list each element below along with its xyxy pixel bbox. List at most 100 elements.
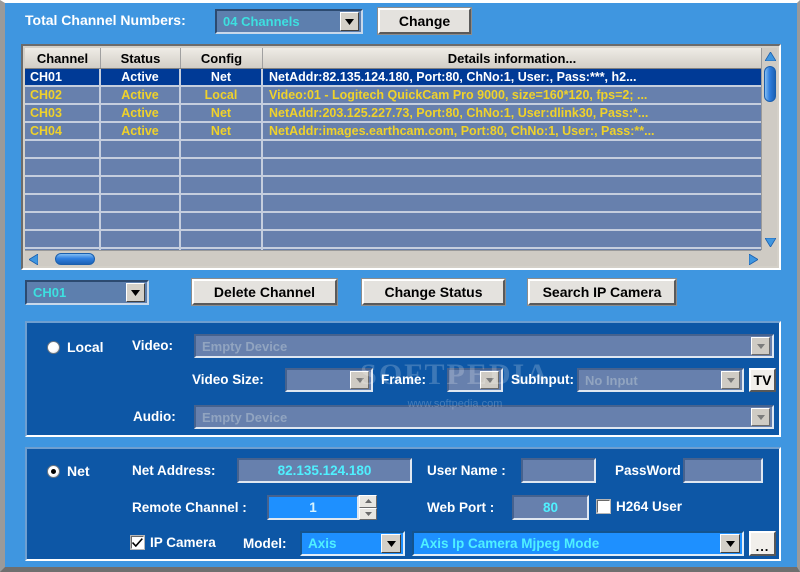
column-header-status[interactable]: Status [101,48,181,68]
checkbox-icon[interactable] [596,499,611,514]
stepper-up-icon[interactable] [359,495,377,508]
total-channels-dropdown[interactable]: 04 Channels [215,9,363,34]
cell-empty [181,213,263,229]
browse-button[interactable]: ... [749,531,776,556]
column-header-config[interactable]: Config [181,48,263,68]
net-address-label: Net Address: [132,463,216,478]
cell-empty [181,195,263,211]
video-device-value: Empty Device [202,338,288,354]
chevron-down-icon[interactable] [126,283,145,302]
top-bar: Total Channel Numbers: 04 Channels Chang… [5,3,797,39]
chevron-down-icon[interactable] [350,371,369,389]
table-row-empty[interactable] [25,195,761,213]
chevron-down-icon[interactable] [480,371,499,389]
table-row[interactable]: CH01 Active Net NetAddr:82.135.124.180, … [25,69,761,87]
local-radio[interactable]: Local [47,339,104,355]
net-radio[interactable]: Net [47,463,90,479]
scroll-right-icon[interactable] [746,252,760,266]
table-row[interactable]: CH04 Active Net NetAddr:images.earthcam.… [25,123,761,141]
cell-empty [263,213,761,229]
cell-channel: CH01 [25,69,101,85]
video-size-dropdown[interactable] [285,368,373,392]
chevron-down-icon[interactable] [751,337,770,355]
password-input[interactable] [683,458,763,483]
subinput-dropdown[interactable]: No Input [577,368,744,392]
stepper-down-icon[interactable] [359,507,377,520]
net-address-input[interactable]: 82.135.124.180 [237,458,412,483]
chevron-down-icon[interactable] [751,408,770,426]
cell-details: Video:01 - Logitech QuickCam Pro 9000, s… [269,88,648,102]
cell-channel: CH02 [25,87,101,103]
h264-user-label: H264 User [616,499,683,514]
chevron-down-icon[interactable] [340,12,359,31]
cell-empty [181,159,263,175]
radio-circle-icon[interactable] [47,340,60,354]
cell-empty [263,159,761,175]
audio-device-value: Empty Device [202,409,288,425]
cell-status: Active [101,87,181,103]
net-radio-label: Net [67,463,90,479]
chevron-down-icon[interactable] [721,371,740,389]
application-window: Total Channel Numbers: 04 Channels Chang… [0,0,800,572]
table-row-empty[interactable] [25,231,761,249]
h264-user-checkbox[interactable]: H264 User [596,499,683,514]
checkbox-checked-icon[interactable] [130,535,145,550]
cell-empty [101,195,181,211]
scroll-left-icon[interactable] [26,252,40,266]
model-mode-dropdown[interactable]: Axis Ip Camera Mjpeg Mode [412,531,744,556]
cell-details: NetAddr:203.125.227.73, Port:80, ChNo:1,… [269,106,649,120]
web-port-input[interactable]: 80 [512,495,589,520]
cell-empty [263,195,761,211]
cell-empty [263,231,761,247]
video-device-dropdown[interactable]: Empty Device [194,334,774,358]
local-source-group: Local Video: Empty Device Video Size: Fr… [25,321,781,437]
chevron-down-icon[interactable] [381,534,401,553]
delete-channel-button[interactable]: Delete Channel [191,278,338,306]
change-button[interactable]: Change [377,7,472,35]
local-radio-label: Local [67,339,104,355]
table-row[interactable]: CH02 Active Local Video:01 - Logitech Qu… [25,87,761,105]
cell-config: Local [181,87,263,103]
cell-empty [25,231,101,247]
scroll-up-icon[interactable] [763,49,777,63]
video-label: Video: [132,338,174,353]
remote-channel-stepper[interactable] [359,495,377,520]
model-dropdown[interactable]: Axis [300,531,405,556]
change-status-button[interactable]: Change Status [361,278,506,306]
frame-dropdown[interactable] [447,368,503,392]
cell-config: Net [181,105,263,121]
cell-empty [181,231,263,247]
table-row[interactable]: CH03 Active Net NetAddr:203.125.227.73, … [25,105,761,123]
table-row-empty[interactable] [25,213,761,231]
user-name-label: User Name : [427,463,506,478]
radio-circle-icon[interactable] [47,464,60,478]
search-ip-camera-button[interactable]: Search IP Camera [527,278,677,306]
user-name-input[interactable] [521,458,596,483]
cell-empty [263,141,761,157]
table-row-empty[interactable] [25,159,761,177]
column-header-channel[interactable]: Channel [25,48,101,68]
model-mode-value: Axis Ip Camera Mjpeg Mode [420,536,600,551]
total-channel-numbers-label: Total Channel Numbers: [25,12,186,28]
channel-select-dropdown[interactable]: CH01 [25,280,149,305]
cell-channel: CH04 [25,123,101,139]
ip-camera-checkbox[interactable]: IP Camera [130,535,216,550]
scroll-down-icon[interactable] [763,235,777,249]
column-header-details[interactable]: Details information... [263,48,761,68]
cell-empty [101,141,181,157]
ip-camera-label: IP Camera [150,535,216,550]
table-row-empty[interactable] [25,177,761,195]
scroll-thumb-vertical[interactable] [764,66,776,102]
model-value: Axis [308,536,337,551]
table-row-empty[interactable] [25,141,761,159]
table-vertical-scrollbar[interactable] [761,48,777,250]
cell-empty [101,159,181,175]
tv-button[interactable]: TV [749,368,776,392]
chevron-down-icon[interactable] [720,534,740,553]
frame-label: Frame: [381,372,427,387]
table-horizontal-scrollbar[interactable] [25,250,761,266]
scroll-thumb-horizontal[interactable] [55,253,95,265]
audio-device-dropdown[interactable]: Empty Device [194,405,774,429]
remote-channel-input[interactable]: 1 [267,495,359,520]
subinput-label: SubInput: [511,372,574,387]
